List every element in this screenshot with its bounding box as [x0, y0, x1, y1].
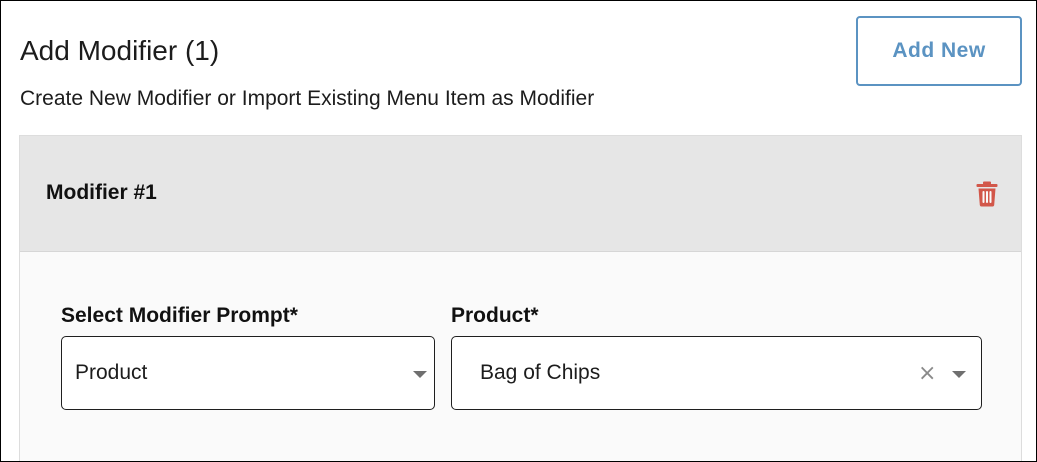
modifier-prompt-select[interactable]: Product: [61, 336, 435, 410]
trash-icon: [976, 181, 998, 207]
product-field-label: Product*: [451, 304, 539, 327]
chevron-down-icon: [413, 371, 427, 378]
page-title: Add Modifier (1): [20, 35, 220, 66]
delete-modifier-button[interactable]: [972, 178, 1002, 210]
modifier-header: Modifier #1: [20, 136, 1021, 252]
modifier-prompt-value: Product: [75, 361, 148, 384]
prompt-field-label: Select Modifier Prompt*: [61, 304, 298, 327]
page-subtitle: Create New Modifier or Import Existing M…: [20, 87, 595, 110]
product-select[interactable]: Bag of Chips ×: [451, 336, 982, 410]
product-value: Bag of Chips: [480, 361, 601, 384]
chevron-down-icon: [952, 371, 966, 378]
add-modifier-panel: Add Modifier (1) Create New Modifier or …: [0, 0, 1037, 462]
modifier-card: Modifier #1 Select Modifier Prompt* Prod…: [19, 135, 1022, 461]
modifier-title: Modifier #1: [46, 181, 157, 204]
clear-icon[interactable]: ×: [918, 363, 936, 385]
add-new-button[interactable]: Add New: [856, 16, 1022, 86]
